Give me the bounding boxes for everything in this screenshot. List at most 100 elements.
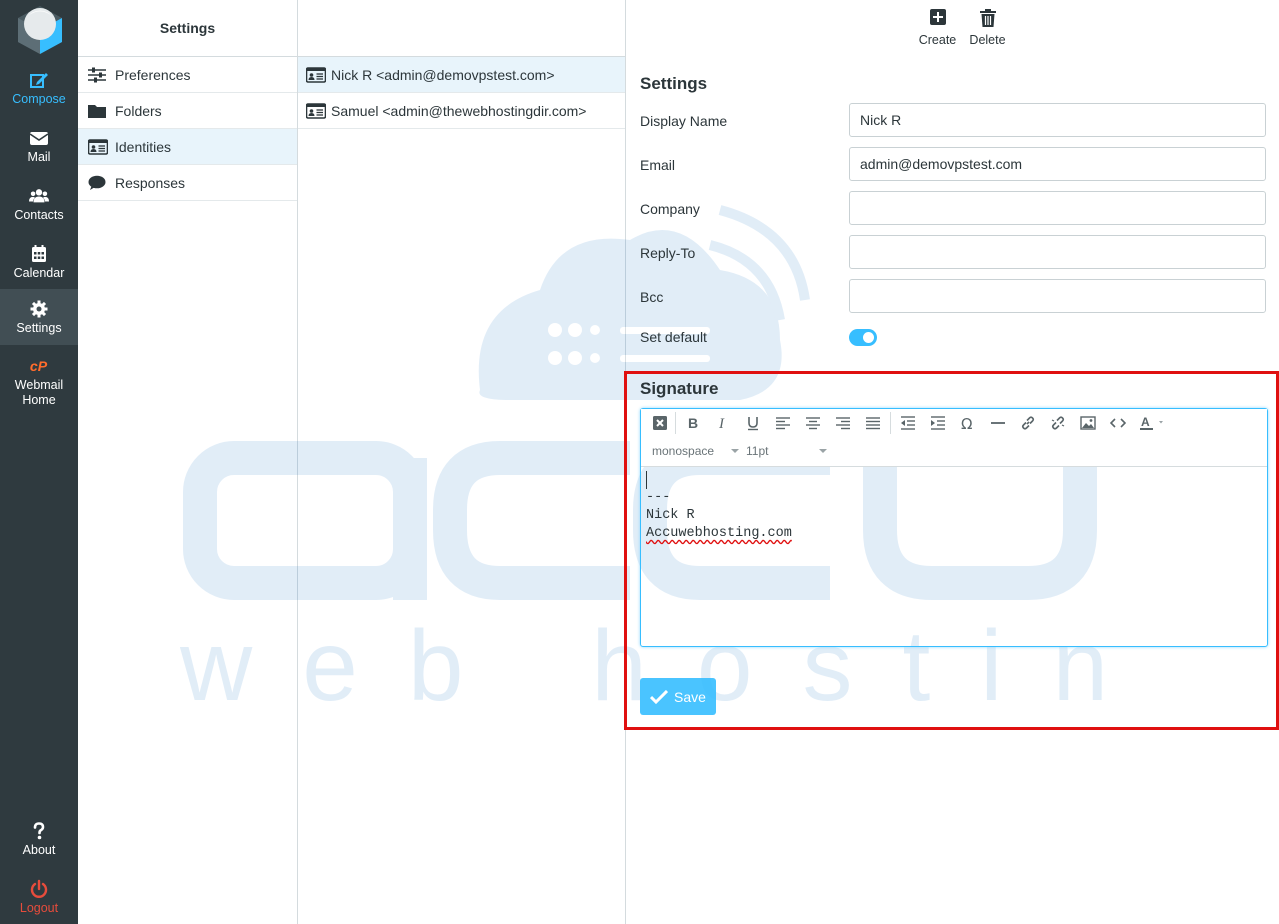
checkmark-icon <box>650 689 669 704</box>
outdent-icon <box>901 416 915 430</box>
nav-webmail-home[interactable]: cP Webmail Home <box>0 348 78 414</box>
font-family-value: monospace <box>652 444 715 458</box>
unlink-icon <box>1051 416 1065 430</box>
editor-toolbar: B I Ω A monospace 11pt <box>641 409 1267 467</box>
identity-label: Samuel <admin@thewebhostingdir.com> <box>331 102 587 119</box>
align-right-button[interactable] <box>828 410 858 436</box>
display-name-input[interactable] <box>849 103 1266 137</box>
divider <box>890 412 891 434</box>
users-icon <box>0 186 78 208</box>
email-label: Email <box>640 157 676 173</box>
reply-to-input[interactable] <box>849 235 1266 269</box>
align-center-button[interactable] <box>798 410 828 436</box>
cpanel-icon: cP <box>0 356 78 378</box>
signature-line: Accuwebhosting.com <box>646 526 792 541</box>
set-default-row: Set default <box>640 319 1266 353</box>
bold-button[interactable]: B <box>678 410 708 436</box>
question-icon <box>0 821 78 843</box>
align-right-icon <box>836 417 850 430</box>
settings-item-label: Identities <box>115 138 172 155</box>
code-icon <box>1110 418 1126 428</box>
nav-logout[interactable]: Logout <box>0 871 78 924</box>
unlink-button[interactable] <box>1043 410 1073 436</box>
nav-contacts[interactable]: Contacts <box>0 178 78 234</box>
nav-label: Webmail Home <box>14 378 64 407</box>
font-size-select[interactable]: 11pt <box>746 438 836 464</box>
nav-label: Mail <box>27 150 51 164</box>
svg-text:A: A <box>1141 415 1150 429</box>
nav-label: About <box>22 843 56 857</box>
align-left-icon <box>776 417 790 430</box>
settings-item-responses[interactable]: Responses <box>78 165 297 201</box>
italic-icon: I <box>718 416 725 431</box>
main-nav: Compose Mail Contacts Calendar Settings … <box>0 0 78 924</box>
justify-button[interactable] <box>858 410 888 436</box>
bcc-label: Bcc <box>640 289 664 305</box>
image-button[interactable] <box>1073 410 1103 436</box>
signature-line: --- <box>646 490 671 505</box>
link-button[interactable] <box>1013 410 1043 436</box>
nav-compose[interactable]: Compose <box>0 62 78 118</box>
font-family-select[interactable]: monospace <box>647 438 746 464</box>
horizontal-line-icon <box>991 422 1005 424</box>
outdent-button[interactable] <box>893 410 923 436</box>
nav-label: Calendar <box>13 266 65 280</box>
create-button[interactable]: Create <box>918 8 958 57</box>
identity-item[interactable]: Samuel <admin@thewebhostingdir.com> <box>298 93 625 129</box>
text-cursor <box>646 471 647 489</box>
company-label: Company <box>640 201 700 217</box>
underline-button[interactable] <box>738 410 768 436</box>
divider <box>675 412 676 434</box>
nav-label: Settings <box>16 321 62 335</box>
webmail-app: Compose Mail Contacts Calendar Settings … <box>0 0 1279 924</box>
text-color-button[interactable]: A <box>1133 410 1173 436</box>
settings-item-preferences[interactable]: Preferences <box>78 57 297 93</box>
bcc-input[interactable] <box>849 279 1266 313</box>
roundcube-logo[interactable] <box>14 4 66 56</box>
bold-icon: B <box>688 415 698 431</box>
power-icon <box>0 879 78 901</box>
settings-item-folders[interactable]: Folders <box>78 93 297 129</box>
trash-icon <box>979 8 997 28</box>
email-input[interactable] <box>849 147 1266 181</box>
identity-item[interactable]: Nick R <admin@demovpstest.com> <box>298 57 625 93</box>
company-input[interactable] <box>849 191 1266 225</box>
nav-mail[interactable]: Mail <box>0 120 78 176</box>
settings-item-identities[interactable]: Identities <box>78 129 297 165</box>
bcc-row: Bcc <box>640 279 1266 313</box>
save-button[interactable]: Save <box>640 678 716 715</box>
chevron-down-icon <box>731 449 740 453</box>
align-left-button[interactable] <box>768 410 798 436</box>
set-default-toggle[interactable] <box>849 329 877 346</box>
nav-about[interactable]: About <box>0 813 78 869</box>
set-default-label: Set default <box>640 329 707 345</box>
image-icon <box>1080 416 1096 430</box>
source-code-button[interactable] <box>1103 410 1133 436</box>
html-mode-toggle[interactable] <box>647 410 673 436</box>
settings-sections-panel: Settings Preferences Folders Identities … <box>78 0 298 924</box>
signature-content[interactable]: --- Nick R Accuwebhosting.com <box>641 467 1267 547</box>
close-square-icon <box>653 416 667 430</box>
display-name-row: Display Name <box>640 103 1266 137</box>
chevron-down-icon <box>819 449 828 453</box>
svg-text:Ω: Ω <box>961 415 972 431</box>
indent-button[interactable] <box>923 410 953 436</box>
nav-settings[interactable]: Settings <box>0 289 78 345</box>
reply-to-label: Reply-To <box>640 245 696 261</box>
identity-label: Nick R <admin@demovpstest.com> <box>331 66 555 83</box>
special-char-button[interactable]: Ω <box>953 410 983 436</box>
signature-line: Nick R <box>646 508 695 523</box>
italic-button[interactable]: I <box>708 410 738 436</box>
settings-item-label: Preferences <box>115 66 191 83</box>
delete-button[interactable]: Delete <box>968 8 1008 57</box>
horizontal-rule-button[interactable] <box>983 410 1013 436</box>
folder-icon <box>88 103 108 119</box>
identity-detail: Create Delete Settings Display Name Emai… <box>624 0 1279 924</box>
settings-item-label: Folders <box>115 102 162 119</box>
delete-label: Delete <box>969 33 1006 47</box>
sliders-icon <box>88 67 108 83</box>
identities-header <box>298 0 625 57</box>
nav-calendar[interactable]: Calendar <box>0 236 78 292</box>
panel-title: Settings <box>78 0 297 57</box>
calendar-icon <box>0 244 78 266</box>
